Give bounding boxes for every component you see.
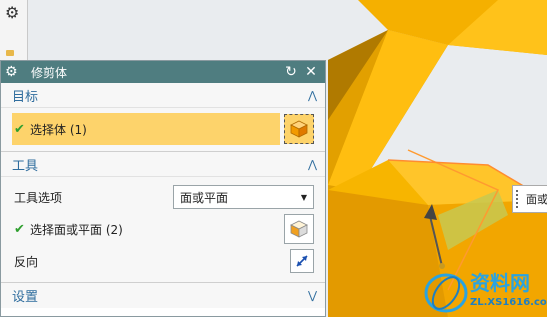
- select-face-button[interactable]: [284, 214, 314, 244]
- dropdown-arrow-icon[interactable]: ▼: [301, 193, 307, 202]
- tool-option-label: 工具选项: [14, 190, 63, 205]
- section-target-body: ✔ 选择体 (1): [1, 108, 325, 152]
- watermark: 资料网 ZL.XS1616.com: [420, 265, 547, 317]
- select-face-field[interactable]: ✔ 选择面或平面 (2): [12, 213, 280, 245]
- section-tool-body: 工具选项 面或平面 ▼ ✔ 选择面或平面 (2) 反向: [1, 177, 325, 283]
- viewport-tag-text: 面或: [526, 193, 547, 206]
- tool-option-row: 工具选项 面或平面 ▼: [12, 182, 314, 212]
- select-face-row[interactable]: ✔ 选择面或平面 (2): [12, 212, 314, 246]
- chevron-up-icon[interactable]: ⋀: [308, 158, 317, 171]
- section-settings-header[interactable]: 设置 ⋁: [1, 283, 325, 308]
- check-icon: ✔: [14, 221, 25, 237]
- select-body-label: 选择体 (1): [30, 122, 87, 137]
- section-tool-title: 工具: [12, 158, 39, 174]
- watermark-url: ZL.XS1616.com: [470, 297, 547, 308]
- check-icon: ✔: [14, 121, 25, 137]
- reverse-direction-button[interactable]: [290, 249, 314, 273]
- cube-icon: [290, 120, 308, 138]
- drag-handle[interactable]: [516, 190, 522, 208]
- viewport-tag: 面或: [512, 185, 547, 213]
- reverse-label: 反向: [14, 254, 39, 269]
- select-body-button[interactable]: [284, 114, 314, 144]
- tool-option-select[interactable]: 面或平面 ▼: [173, 185, 314, 209]
- tool-option-value: 面或平面: [180, 190, 229, 205]
- folder-icon[interactable]: [6, 50, 14, 56]
- reverse-direction-icon: [296, 255, 308, 267]
- close-icon[interactable]: ✕: [301, 62, 321, 82]
- section-settings-title: 设置: [12, 290, 39, 305]
- section-target-header[interactable]: 目标 ⋀: [1, 83, 325, 108]
- trim-body-dialog: ⚙ 修剪体 ↻ ✕ 目标 ⋀ ✔ 选择体 (1) 工具 ⋀ 工具选项 面或平面 …: [0, 60, 326, 317]
- dialog-title-bar[interactable]: ⚙ 修剪体 ↻ ✕: [1, 61, 325, 83]
- cube-icon: [290, 220, 308, 238]
- reset-icon[interactable]: ↻: [281, 62, 301, 82]
- section-target-title: 目标: [12, 89, 39, 105]
- watermark-text: 资料网: [470, 271, 530, 295]
- select-face-label: 选择面或平面 (2): [30, 222, 123, 237]
- select-body-row[interactable]: ✔ 选择体 (1): [12, 113, 314, 145]
- select-body-field[interactable]: ✔ 选择体 (1): [12, 113, 280, 145]
- gear-icon[interactable]: ⚙: [5, 65, 21, 79]
- gear-icon[interactable]: ⚙: [5, 5, 19, 21]
- watermark-logo: [424, 273, 468, 313]
- reverse-row: 反向: [12, 246, 314, 276]
- chevron-up-icon[interactable]: ⋀: [308, 89, 317, 102]
- dialog-title: 修剪体: [31, 65, 68, 80]
- section-tool-header[interactable]: 工具 ⋀: [1, 152, 325, 177]
- chevron-down-icon[interactable]: ⋁: [308, 289, 317, 302]
